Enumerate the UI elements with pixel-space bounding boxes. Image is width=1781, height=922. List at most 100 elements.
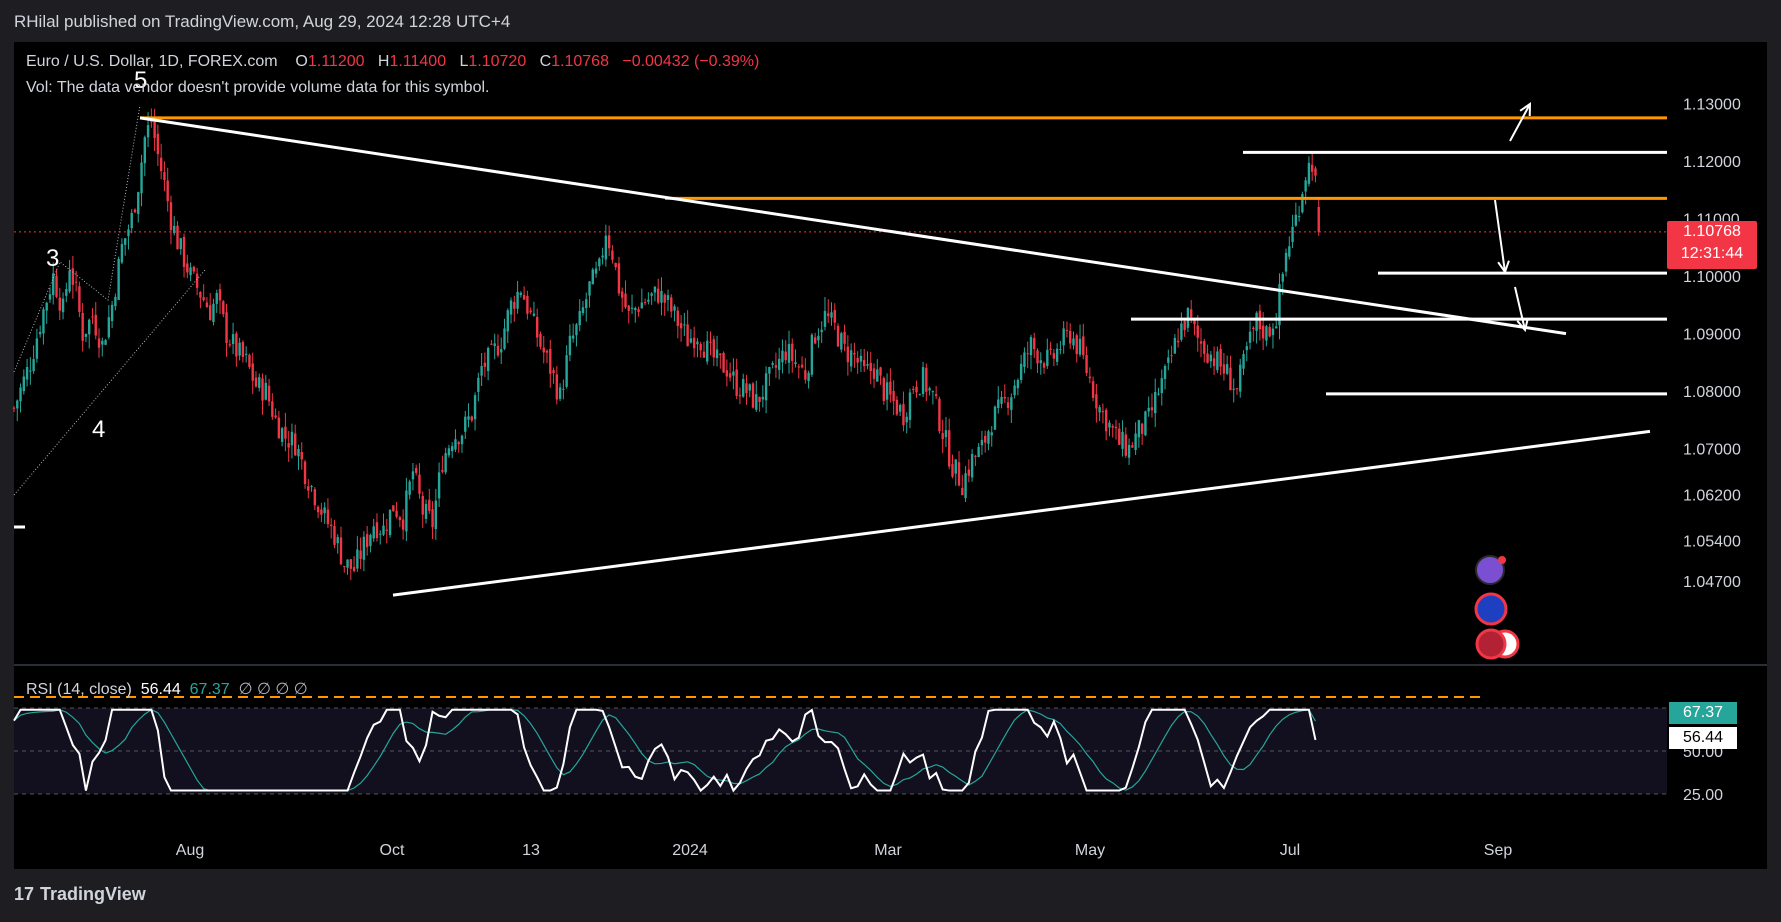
candle-body <box>1297 216 1301 218</box>
candle-body <box>1242 354 1245 369</box>
low-value: 1.10720 <box>468 53 527 70</box>
candle-body <box>755 394 758 410</box>
candle-body <box>313 489 317 506</box>
candle-body <box>1108 422 1111 428</box>
candle-body <box>1144 411 1147 436</box>
candle-body <box>562 388 565 390</box>
candle-body <box>359 550 362 560</box>
candle-body <box>663 294 666 303</box>
candle-body <box>833 310 836 323</box>
candle-body <box>199 291 202 298</box>
candle-body <box>300 452 303 460</box>
candle-body <box>1150 407 1154 411</box>
candle-body <box>336 537 339 544</box>
candle-body <box>395 510 398 517</box>
candle-body <box>65 289 68 296</box>
candle-body <box>951 464 954 477</box>
candle-body <box>1167 357 1170 363</box>
candle-body <box>863 360 866 367</box>
candle-body <box>483 362 487 367</box>
candle-body <box>987 431 990 444</box>
rsi-ma-badge: 67.37 <box>1669 702 1737 724</box>
candle-body <box>1160 378 1163 394</box>
candle-body <box>990 432 993 436</box>
candle-body <box>820 329 823 333</box>
candle-body <box>284 426 287 439</box>
notification-dot-icon <box>1498 556 1506 564</box>
candle-body <box>964 473 967 499</box>
candle-body <box>1082 336 1085 356</box>
candle-body <box>460 435 464 445</box>
candle-body <box>166 180 169 202</box>
price-chart[interactable]: 345 1.130001.120001.110001.100001.090001… <box>0 0 1781 922</box>
candle-body <box>130 212 133 229</box>
candle-body <box>915 386 918 393</box>
candle-body <box>48 294 52 300</box>
candle-body <box>84 333 88 337</box>
candle-body <box>274 415 277 418</box>
candle-body <box>938 398 941 432</box>
candle-body <box>235 333 238 357</box>
candle-body <box>948 430 951 467</box>
candle-body <box>444 453 447 473</box>
candle-body <box>91 316 94 318</box>
candle-body <box>719 353 722 356</box>
candle-body <box>280 428 284 442</box>
candle-body <box>1180 323 1183 340</box>
candle-body <box>696 341 699 345</box>
candle-body <box>849 350 853 367</box>
candle-body <box>1134 433 1137 450</box>
candle-body <box>882 378 886 401</box>
candle-body <box>614 262 617 268</box>
candle-body <box>565 355 568 387</box>
candle-body <box>369 534 372 546</box>
candle-body <box>1137 420 1141 438</box>
arrow-down-1 <box>1494 199 1506 273</box>
candle-body <box>585 299 588 309</box>
annotations: 345 <box>13 67 1667 660</box>
time-tick: 2024 <box>672 842 708 859</box>
candle-body <box>1036 350 1039 364</box>
rsi-value-badge: 56.44 <box>1669 727 1737 749</box>
price-tick: 1.09000 <box>1683 327 1741 344</box>
candle-body <box>434 500 438 530</box>
candle-body <box>316 506 320 513</box>
candle-body <box>1216 351 1219 371</box>
price-axis: 1.130001.120001.110001.100001.090001.080… <box>1683 97 1741 591</box>
candle-body <box>1219 349 1222 367</box>
candle-body <box>549 348 552 374</box>
candle-body <box>745 383 748 394</box>
candle-body <box>248 354 251 368</box>
candle-body <box>722 352 725 373</box>
candle-body <box>545 350 549 353</box>
candle-body <box>768 367 771 374</box>
candle-body <box>244 353 248 355</box>
candle-body <box>817 335 820 341</box>
ascending-trendline <box>392 429 1651 597</box>
candle-body <box>480 366 483 376</box>
candle-body <box>19 387 22 402</box>
candle-body <box>588 281 591 296</box>
rsi-tick: 25.00 <box>1683 787 1723 804</box>
candle-body <box>32 359 35 372</box>
candle-body <box>921 367 925 395</box>
candle-body <box>758 396 761 403</box>
candle-body <box>457 442 460 445</box>
candle-body <box>447 448 451 456</box>
tradingview-logo[interactable]: 17 TradingView <box>14 884 146 905</box>
candle-body <box>267 385 271 402</box>
candle-body <box>552 370 555 374</box>
candle-body <box>1118 428 1121 445</box>
candle-body <box>967 469 971 476</box>
candle-body <box>866 364 869 366</box>
candle-body <box>186 263 189 273</box>
candle-body <box>905 416 908 423</box>
candle-body <box>686 324 689 347</box>
candle-body <box>1265 326 1268 341</box>
candle-body <box>441 469 444 472</box>
candle-body <box>222 301 225 315</box>
candle-body <box>1310 164 1314 172</box>
candle-body <box>454 439 457 450</box>
candle-body <box>1209 354 1213 362</box>
candle-body <box>679 323 683 329</box>
